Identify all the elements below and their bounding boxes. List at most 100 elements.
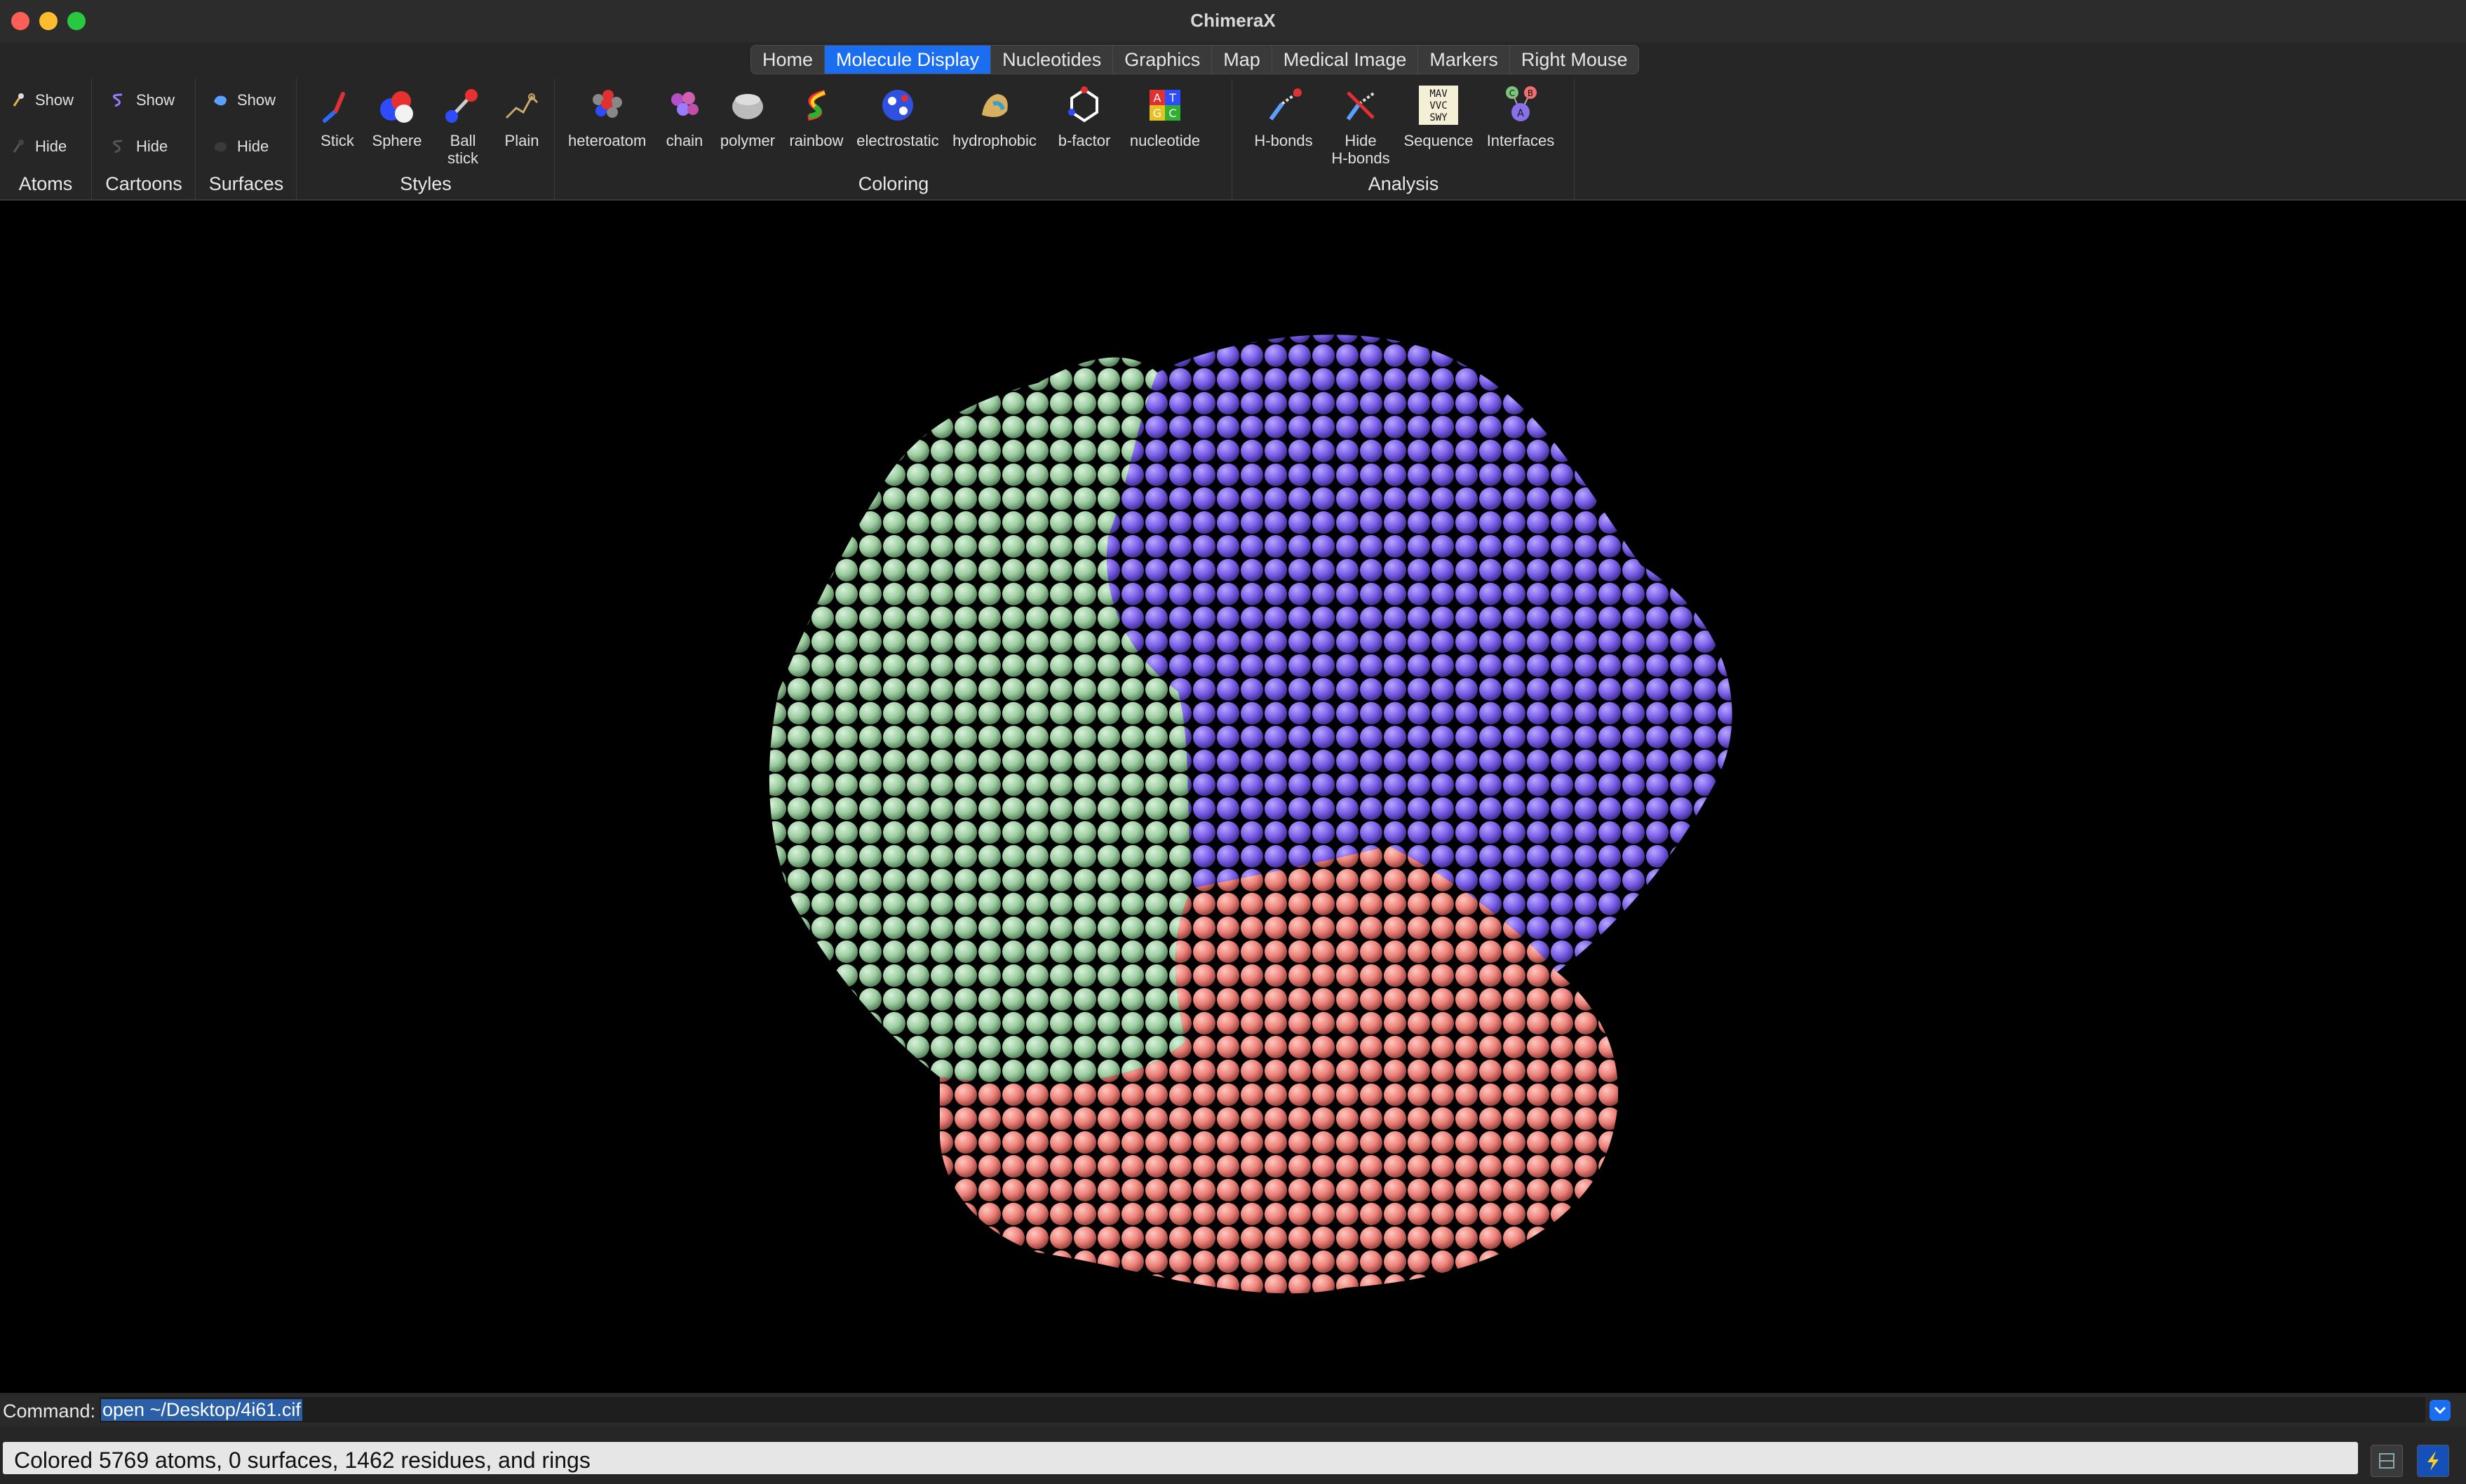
coloring-section-label: Coloring — [858, 173, 929, 194]
hide-hbonds-icon — [1346, 91, 1376, 121]
command-history-dropdown[interactable] — [2430, 1400, 2451, 1421]
command-line-bar: Command: open ~/Desktop/4i61.cif — [0, 1394, 2466, 1426]
command-input[interactable]: open ~/Desktop/4i61.cif — [100, 1397, 2425, 1422]
stick-icon — [323, 92, 345, 123]
chain-label: chain — [666, 132, 703, 149]
polymer-color-button[interactable]: polymer — [715, 83, 780, 149]
chain-icon — [671, 92, 699, 116]
hbonds-label: H-bonds — [1254, 132, 1313, 149]
atom-show-icon — [13, 93, 24, 107]
surfaces-section: Show Hide Surfaces — [196, 79, 297, 199]
ball-stick-style-button[interactable]: Ball stick — [429, 83, 497, 167]
interfaces-letter-b: B — [1528, 88, 1533, 98]
rainbow-color-button[interactable]: rainbow — [784, 83, 849, 149]
chevron-down-icon — [2434, 1406, 2446, 1415]
nucleotide-letter-g: G — [1153, 107, 1161, 120]
nucleotide-letter-c: C — [1168, 107, 1176, 120]
hide-surfaces-button[interactable]: Hide — [212, 137, 269, 156]
polymer-label: polymer — [720, 132, 776, 149]
electrostatic-color-button[interactable]: electrostatic — [854, 83, 941, 149]
tab-bar: Home Molecule Display Nucleotides Graphi… — [0, 42, 2466, 79]
hydrophobic-color-button[interactable]: hydrophobic — [950, 83, 1039, 149]
surfaces-section-label: Surfaces — [208, 173, 284, 194]
heteroatom-icon — [593, 90, 622, 118]
sphere-style-button[interactable]: Sphere — [365, 83, 429, 149]
analysis-section: H-bonds Hide H-bonds MAV VVC SWY Sequenc… — [1233, 79, 1575, 199]
hide-cartoons-button[interactable]: Hide — [111, 137, 168, 156]
bfactor-color-button[interactable]: b-factor — [1053, 83, 1115, 149]
heteroatom-label: heteroatom — [568, 132, 647, 149]
sphere-icon — [380, 91, 413, 123]
hide-surfaces-label: Hide — [237, 137, 269, 155]
cartoon-hide-icon — [112, 140, 123, 154]
atoms-section-label: Atoms — [18, 173, 73, 194]
log-toggle-button[interactable] — [2371, 1445, 2403, 1477]
tab-molecule-display[interactable]: Molecule Display — [825, 46, 992, 74]
electrostatic-label: electrostatic — [856, 132, 939, 149]
bfactor-label: b-factor — [1058, 132, 1111, 149]
interfaces-letter-c: C — [1509, 88, 1515, 98]
sequence-icon: MAV VVC SWY — [1419, 86, 1458, 125]
command-input-text: open ~/Desktop/4i61.cif — [101, 1399, 302, 1421]
hydrophobic-label: hydrophobic — [952, 132, 1037, 149]
hide-hbonds-button[interactable]: Hide H-bonds — [1324, 83, 1397, 167]
tab-markers[interactable]: Markers — [1418, 46, 1510, 74]
chain-b-atoms — [769, 357, 1192, 1084]
cartoon-show-icon — [112, 93, 123, 107]
hbonds-button[interactable]: H-bonds — [1247, 83, 1320, 149]
rainbow-icon — [807, 90, 826, 121]
tab-medical-image[interactable]: Medical Image — [1272, 46, 1419, 74]
sequence-button[interactable]: MAV VVC SWY Sequence — [1399, 83, 1478, 149]
surface-hide-icon — [214, 142, 227, 152]
sequence-line-2: VVC — [1429, 100, 1447, 112]
cartoons-section: Show Hide Cartoons — [93, 79, 196, 199]
interfaces-letter-a: A — [1517, 108, 1524, 119]
coloring-section: heteroatom chain polymer rainbow electro… — [555, 79, 1232, 199]
command-label: Command: — [3, 1401, 96, 1422]
show-cartoons-label: Show — [136, 91, 175, 109]
ball-stick-label-2: stick — [447, 149, 478, 167]
nucleotide-icon: A T G C — [1150, 90, 1180, 121]
stick-style-button[interactable]: Stick — [313, 83, 362, 149]
grid-icon — [2379, 1453, 2394, 1469]
atom-hide-icon — [13, 140, 24, 153]
status-message: Colored 5769 atoms, 0 surfaces, 1462 res… — [14, 1448, 591, 1473]
tab-right-mouse[interactable]: Right Mouse — [1510, 46, 1639, 74]
hide-cartoons-label: Hide — [136, 137, 168, 155]
toolbar-tabs: Home Molecule Display Nucleotides Graphi… — [750, 45, 1640, 74]
show-surfaces-button[interactable]: Show — [212, 91, 276, 109]
molecule-display-toolbar: Show Hide Atoms Show Hide Cartoons Show … — [0, 79, 2466, 201]
sequence-label: Sequence — [1403, 132, 1474, 149]
hide-atoms-button[interactable]: Hide — [10, 137, 67, 156]
fast-mode-button[interactable] — [2417, 1445, 2449, 1477]
ball-stick-label-1: Ball — [450, 132, 476, 149]
nucleotide-color-button[interactable]: A T G C nucleotide — [1125, 83, 1205, 149]
tab-nucleotides[interactable]: Nucleotides — [991, 46, 1114, 74]
graphics-viewport[interactable] — [0, 201, 2466, 1393]
styles-section-label: Styles — [400, 173, 452, 194]
plain-icon — [505, 93, 539, 119]
nucleotide-letter-t: T — [1168, 91, 1176, 104]
surface-show-icon — [214, 95, 227, 106]
plain-style-button[interactable]: Plain — [494, 83, 550, 149]
analysis-section-label: Analysis — [1368, 173, 1439, 194]
status-bar: Colored 5769 atoms, 0 surfaces, 1462 res… — [0, 1428, 2466, 1484]
sequence-line-1: MAV — [1429, 88, 1448, 100]
tab-graphics[interactable]: Graphics — [1113, 46, 1213, 74]
show-atoms-button[interactable]: Show — [10, 91, 74, 109]
cartoons-section-label: Cartoons — [105, 173, 182, 194]
interfaces-label: Interfaces — [1486, 132, 1555, 149]
heteroatom-color-button[interactable]: heteroatom — [568, 83, 647, 149]
hide-atoms-label: Hide — [35, 137, 67, 155]
chain-color-button[interactable]: chain — [656, 83, 713, 149]
plain-label: Plain — [504, 132, 539, 149]
show-cartoons-button[interactable]: Show — [111, 91, 175, 109]
hide-hbonds-label-2: H-bonds — [1331, 149, 1390, 167]
window-title: ChimeraX — [1190, 10, 1276, 31]
show-atoms-label: Show — [35, 91, 74, 109]
atoms-section: Show Hide Atoms — [0, 79, 92, 199]
chimerax-window: ChimeraX Home Molecule Display Nucleotid… — [0, 0, 2466, 1484]
tab-map[interactable]: Map — [1212, 46, 1272, 74]
interfaces-button[interactable]: C B A Interfaces — [1480, 83, 1561, 149]
tab-home[interactable]: Home — [751, 46, 826, 74]
